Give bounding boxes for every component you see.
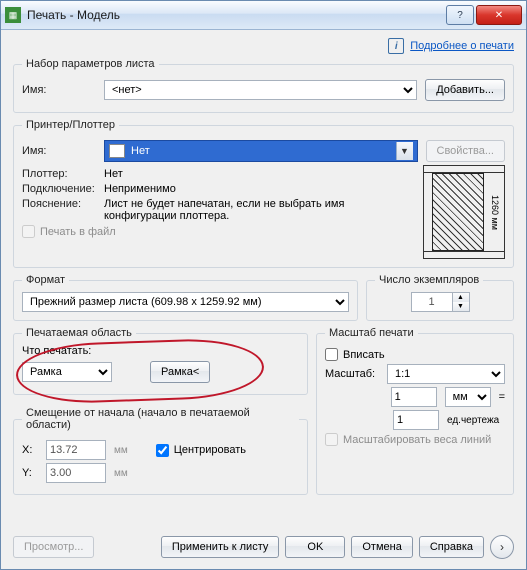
paper-size-legend: Формат <box>22 274 69 286</box>
y-input[interactable] <box>46 463 106 483</box>
connection-value: Неприменимо <box>104 183 176 195</box>
scale-legend: Масштаб печати <box>325 327 418 339</box>
chevron-down-icon: ▼ <box>396 142 413 160</box>
print-to-file-checkbox[interactable] <box>22 225 35 238</box>
x-input[interactable] <box>46 440 106 460</box>
scale-unit-select[interactable]: мм <box>445 387 491 407</box>
ok-button[interactable]: OK <box>285 536 345 558</box>
plot-area-legend: Печатаемая область <box>22 327 136 339</box>
printer-icon <box>109 144 125 158</box>
center-checkbox[interactable] <box>156 444 169 457</box>
x-label: X: <box>22 444 38 456</box>
paper-size-select[interactable]: Прежний размер листа (609.98 x 1259.92 м… <box>22 292 349 312</box>
pageset-name-select[interactable]: <нет> <box>104 80 417 100</box>
fit-checkbox[interactable] <box>325 348 338 361</box>
apply-to-layout-button[interactable]: Применить к листу <box>161 536 280 558</box>
cancel-button[interactable]: Отмена <box>351 536 412 558</box>
x-unit: мм <box>114 445 128 456</box>
preview-button[interactable]: Просмотр... <box>13 536 94 558</box>
y-unit: мм <box>114 468 128 479</box>
printer-group: Принтер/Плоттер Имя: Нет ▼ Свойства... П… <box>13 119 514 268</box>
plot-area-group: Печатаемая область Что печатать: Рамка Р… <box>13 327 308 395</box>
offset-group: Смещение от начала (начало в печатаемой … <box>13 407 308 495</box>
printer-name-label: Имя: <box>22 145 96 157</box>
desc-label: Пояснение: <box>22 198 96 210</box>
printer-legend: Принтер/Плоттер <box>22 119 119 131</box>
expand-button[interactable]: › <box>490 535 514 559</box>
close-button[interactable]: ✕ <box>476 5 522 25</box>
scale-label: Масштаб: <box>325 368 379 380</box>
dialog-footer: Просмотр... Применить к листу OK Отмена … <box>1 529 526 569</box>
add-pageset-button[interactable]: Добавить... <box>425 79 505 101</box>
printer-name-select[interactable]: Нет ▼ <box>104 140 418 162</box>
chevron-right-icon: › <box>500 540 504 554</box>
scale-num-input[interactable] <box>391 387 437 407</box>
scale-lw-label: Масштабировать веса линий <box>343 434 491 446</box>
paper-dim-text: 1260 мм <box>490 195 500 230</box>
scale-group: Масштаб печати Вписать Масштаб: 1:1 мм <box>316 327 514 495</box>
offset-legend: Смещение от начала (начало в печатаемой … <box>22 407 299 431</box>
printer-name-value: Нет <box>131 145 150 157</box>
titlebar[interactable]: ▦ Печать - Модель ? ✕ <box>1 1 526 30</box>
scale-den-unit: ед.чертежа <box>447 415 505 426</box>
y-label: Y: <box>22 467 38 479</box>
scale-select[interactable]: 1:1 <box>387 364 505 384</box>
fit-label: Вписать <box>343 349 385 361</box>
paper-size-group: Формат Прежний размер листа (609.98 x 12… <box>13 274 358 321</box>
help-button[interactable]: Справка <box>419 536 484 558</box>
window-pick-button[interactable]: Рамка< <box>150 361 210 383</box>
page-setup-group: Набор параметров листа Имя: <нет> Добави… <box>13 58 514 113</box>
window-title: Печать - Модель <box>27 8 444 22</box>
copies-spinner[interactable]: ▲▼ <box>453 292 470 312</box>
scale-eq: = <box>499 391 505 403</box>
print-to-file-label: Печать в файл <box>40 226 116 238</box>
scale-den-input[interactable] <box>393 410 439 430</box>
paper-preview: 1260 мм <box>423 165 505 259</box>
plotter-label: Плоттер: <box>22 168 96 180</box>
pageset-name-label: Имя: <box>22 84 96 96</box>
printer-props-button[interactable]: Свойства... <box>426 140 505 162</box>
help-titlebar-button[interactable]: ? <box>446 5 474 25</box>
copies-legend: Число экземпляров <box>375 274 483 286</box>
app-icon: ▦ <box>5 7 21 23</box>
scale-lw-checkbox[interactable] <box>325 433 338 446</box>
copies-group: Число экземпляров ▲▼ <box>366 274 514 321</box>
learn-more-link[interactable]: Подробнее о печати <box>410 40 514 52</box>
print-dialog: ▦ Печать - Модель ? ✕ i Подробнее о печа… <box>0 0 527 570</box>
connection-label: Подключение: <box>22 183 96 195</box>
center-label: Центрировать <box>174 444 246 456</box>
info-icon: i <box>388 38 404 54</box>
plotter-value: Нет <box>104 168 123 180</box>
desc-value: Лист не будет напечатан, если не выбрать… <box>104 198 415 222</box>
copies-input[interactable] <box>411 292 453 312</box>
page-setup-legend: Набор параметров листа <box>22 58 159 70</box>
what-print-select[interactable]: Рамка <box>22 362 112 382</box>
what-print-label: Что печатать: <box>22 345 299 357</box>
